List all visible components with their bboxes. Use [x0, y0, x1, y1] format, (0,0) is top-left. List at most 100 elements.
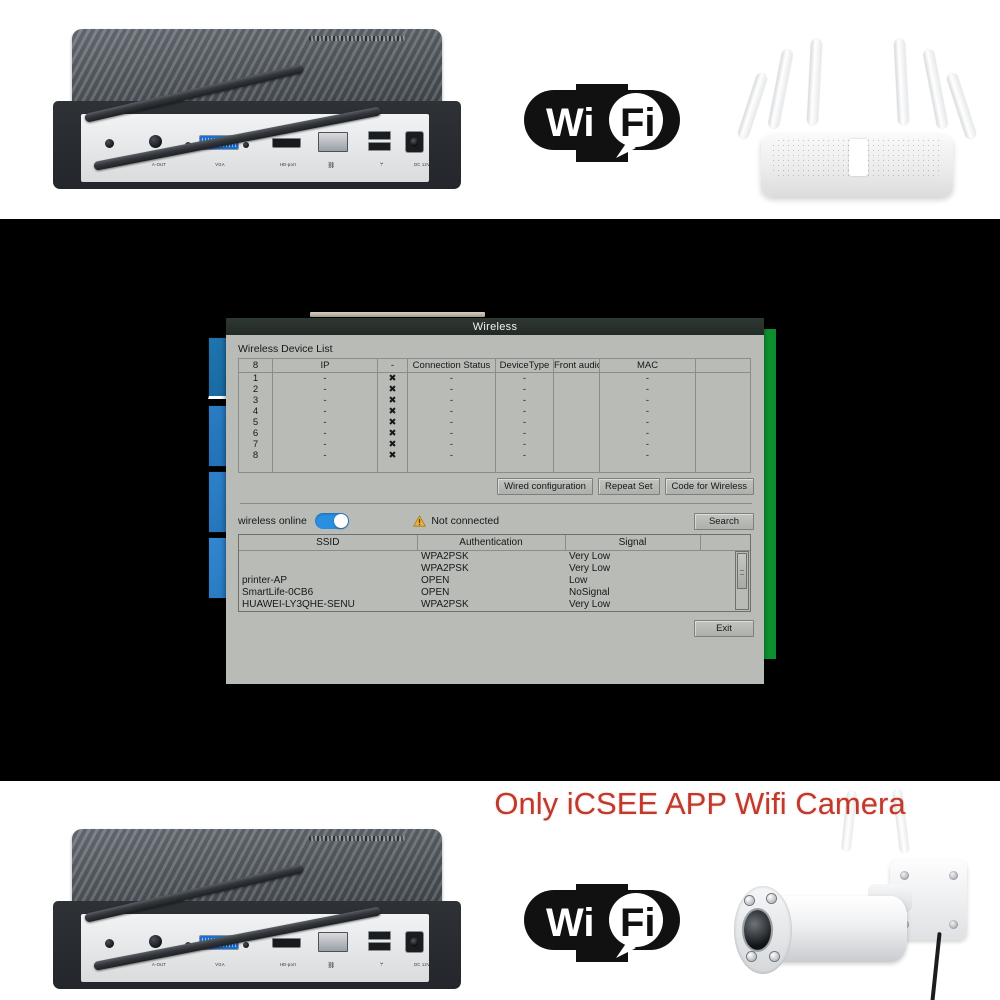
cell-index: 5	[238, 417, 273, 428]
col-header-device-type[interactable]: DeviceType	[495, 358, 554, 373]
top-product-banner: ⏻ A-OUT VGA HD-port ⛓ ⑂ DC 12V	[0, 0, 1000, 219]
wifi-router-image	[716, 24, 998, 214]
col-header-ip[interactable]: IP	[272, 358, 378, 373]
col-header-mac[interactable]: MAC	[599, 358, 696, 373]
power-port-icon	[105, 138, 115, 148]
cell-ip: -	[272, 417, 378, 428]
list-item[interactable]: WPA2PSK Very Low	[239, 550, 750, 563]
cell-index: 6	[238, 428, 273, 439]
cell-connection-status: -	[407, 417, 496, 428]
cell-connection-status: -	[407, 384, 496, 395]
cell-connection-status: -	[407, 395, 496, 406]
cell-status-x-icon: ✖	[377, 384, 408, 395]
cell-connection-status: -	[407, 372, 496, 384]
ssid-list-scrollbar[interactable]	[735, 550, 749, 610]
col-header-signal[interactable]: Signal	[565, 534, 701, 551]
list-item[interactable]: HUAWEI-LY3QHE-SENU WPA2PSK Very Low	[239, 599, 750, 611]
cell-device-type: -	[495, 406, 554, 417]
cell-index: 2	[238, 384, 273, 395]
repeat-set-button[interactable]: Repeat Set	[597, 477, 660, 495]
lan-port-icon	[317, 132, 348, 153]
port-label-usb: ⑂	[380, 961, 384, 968]
svg-text:Fi: Fi	[620, 101, 656, 145]
nvr-io-panel: ⏻ A-OUT VGA HD-port ⛓ ⑂ DC 12V	[80, 114, 430, 183]
code-for-wireless-button[interactable]: Code for Wireless	[664, 477, 754, 495]
table-row[interactable]: 1 - ✖ - - -	[238, 372, 751, 384]
cell-authentication: WPA2PSK	[421, 562, 469, 574]
port-label-dc: DC 12V	[414, 961, 430, 967]
cell-front-audio	[553, 450, 600, 461]
device-table-header-row: 8 IP - Connection Status DeviceType Fron…	[238, 358, 751, 373]
cell-ssid: printer-AP	[242, 574, 288, 586]
table-row[interactable]: 2 - ✖ - - -	[238, 384, 751, 395]
svg-text:Wi: Wi	[546, 901, 595, 945]
list-item[interactable]: SmartLife-0CB6 OPEN NoSignal	[239, 587, 750, 599]
table-row[interactable]: 8 - ✖ - - -	[238, 450, 751, 461]
cell-front-audio	[553, 395, 600, 406]
mount-screw-2	[948, 871, 958, 881]
table-row[interactable]: 4 - ✖ - - -	[238, 406, 751, 417]
wired-configuration-button[interactable]: Wired configuration	[497, 477, 593, 495]
col-header-authentication[interactable]: Authentication	[417, 534, 566, 551]
cell-front-audio	[553, 439, 600, 450]
wireless-online-toggle[interactable]	[314, 513, 349, 529]
col-header-ssid-extra[interactable]	[700, 534, 750, 551]
connection-status-text: Not connected	[431, 515, 500, 527]
list-item[interactable]: WPA2PSK Very Low	[239, 563, 750, 575]
table-row[interactable]: 6 - ✖ - - -	[238, 428, 751, 439]
section-divider	[240, 502, 752, 504]
scrollbar-thumb[interactable]	[737, 552, 747, 589]
camera-lens	[743, 910, 772, 950]
col-header-ssid[interactable]: SSID	[239, 534, 418, 551]
table-row[interactable]: 7 - ✖ - - -	[238, 439, 751, 450]
cell-front-audio	[553, 417, 600, 428]
router-antenna-6	[945, 71, 977, 140]
device-table-body: 1 - ✖ - - - 2 - ✖ - - - 3 - ✖ - - - 4 - …	[238, 372, 751, 472]
svg-text:Fi: Fi	[620, 901, 656, 945]
dialog-titlebar: Wireless	[226, 318, 764, 335]
cell-status-x-icon: ✖	[377, 428, 408, 439]
table-row[interactable]: 5 - ✖ - - -	[238, 417, 751, 428]
cell-front-audio	[553, 406, 600, 417]
dc-power-port-icon	[404, 130, 424, 153]
cell-ip: -	[272, 439, 378, 450]
cell-extra	[696, 450, 751, 461]
right-green-strip	[762, 329, 776, 659]
col-header-dash[interactable]: -	[377, 358, 408, 373]
cell-device-type: -	[495, 450, 554, 461]
cell-mac: -	[599, 384, 696, 395]
col-header-index[interactable]: 8	[238, 358, 273, 373]
col-header-front-audio[interactable]: Front audio	[553, 358, 600, 373]
cell-connection-status: -	[407, 450, 496, 461]
port-label-lan: ⛓	[327, 162, 336, 169]
nvr-device-image-bottom: ⏻ A-OUT VGA HD-port ⛓ ⑂ DC 12V	[42, 826, 472, 996]
exit-button[interactable]: Exit	[694, 619, 754, 637]
nvr-screen: Wireless Wireless Device List 8 IP - Con…	[0, 219, 1000, 781]
nvr-vent	[308, 36, 405, 41]
cell-status-x-icon: ✖	[377, 450, 408, 461]
camera-led-3	[746, 952, 756, 961]
col-header-extra[interactable]	[695, 358, 751, 373]
cell-mac: -	[599, 428, 696, 439]
port-label-lan: ⛓	[327, 962, 336, 969]
wireless-dialog: Wireless Wireless Device List 8 IP - Con…	[226, 318, 764, 684]
col-header-connection-status[interactable]: Connection Status	[407, 358, 496, 373]
search-button[interactable]: Search	[694, 512, 754, 530]
cell-ssid	[239, 550, 417, 563]
cell-mac: -	[599, 417, 696, 428]
cell-extra	[696, 417, 751, 428]
usb-port-icon-2	[368, 942, 392, 952]
cell-authentication: OPEN	[421, 574, 450, 586]
cell-index: 8	[238, 450, 273, 461]
ssid-table-body: WPA2PSK Very Low WPA2PSK Very Low printe…	[239, 550, 750, 611]
cell-signal: Low	[569, 574, 588, 586]
cell-signal: Very Low	[569, 562, 611, 574]
list-item[interactable]: printer-AP OPEN Low	[239, 575, 750, 587]
dialog-title: Wireless	[472, 320, 518, 333]
mount-screw-4	[948, 919, 958, 929]
wireless-online-row: wireless online Not connected Search	[238, 512, 754, 530]
cell-device-type: -	[495, 372, 554, 384]
vga-screw-right	[242, 941, 249, 948]
table-row[interactable]: 3 - ✖ - - -	[238, 395, 751, 406]
ssid-table-header-row: SSID Authentication Signal	[239, 534, 750, 551]
